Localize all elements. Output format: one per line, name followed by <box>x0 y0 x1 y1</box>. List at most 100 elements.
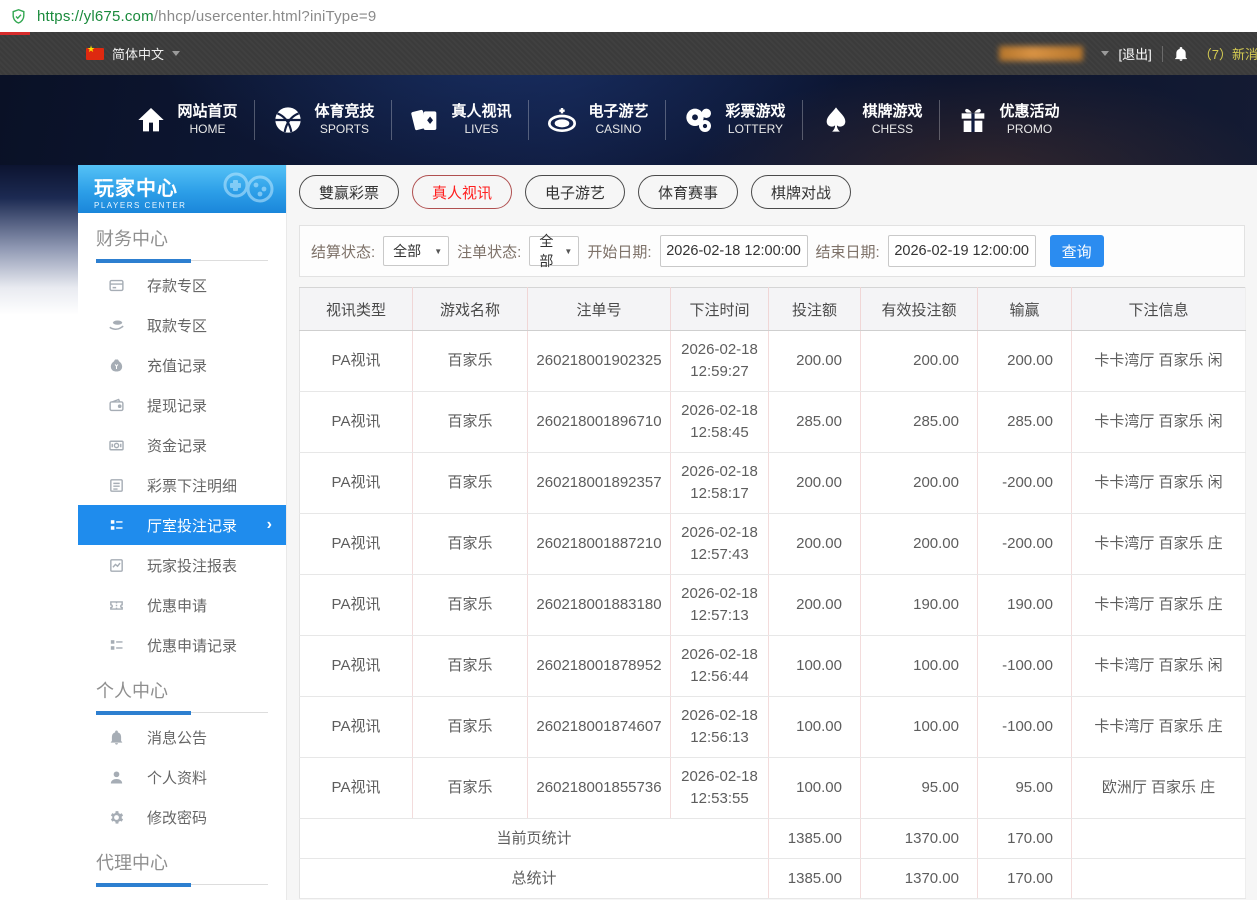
casino-roulette-icon <box>546 104 578 136</box>
sidebar-section: 财务中心存款专区取款专区充值记录提现记录资金记录彩票下注明细厅室投注记录›玩家投… <box>78 225 286 665</box>
cell: 欧洲厅 百家乐 庄 <box>1072 758 1246 819</box>
cell: PA视讯 <box>300 575 413 636</box>
gamepad-icon <box>222 171 274 205</box>
profile-user-icon <box>108 769 125 786</box>
sidebar-item-优惠申请记录[interactable]: 优惠申请记录 <box>78 625 286 665</box>
table-row[interactable]: PA视讯百家乐2602180018872102026-02-1812:57:43… <box>300 514 1246 575</box>
secure-shield-icon <box>10 8 27 25</box>
table-row[interactable]: PA视讯百家乐2602180018746072026-02-1812:56:13… <box>300 697 1246 758</box>
live-cards-icon <box>409 104 441 136</box>
start-date-label: 开始日期: <box>587 241 651 262</box>
sidebar-item-代理规则说明[interactable]: 代理规则说明 <box>78 889 286 900</box>
sidebar-item-充值记录[interactable]: 充值记录 <box>78 345 286 385</box>
search-button[interactable]: 查询 <box>1050 235 1104 267</box>
flag-star: ★ <box>87 44 95 55</box>
account-topbar: ★ 简体中文 [退出] （7）新消息 <box>0 32 1257 75</box>
column-header: 下注时间 <box>671 288 769 331</box>
tab-电子游艺[interactable]: 电子游艺 <box>525 175 625 209</box>
summary-bet: 1385.00 <box>769 819 861 859</box>
order-status-select[interactable]: 全部 ▼ <box>529 236 579 266</box>
cell: PA视讯 <box>300 331 413 392</box>
nav-item-promo[interactable]: 优惠活动PROMO <box>940 75 1077 165</box>
logout-link[interactable]: [退出] <box>1119 44 1152 63</box>
user-menu-chevron-icon[interactable] <box>1101 51 1109 56</box>
sidebar-item-彩票下注明细[interactable]: 彩票下注明细 <box>78 465 286 505</box>
table-row[interactable]: PA视讯百家乐2602180018831802026-02-1812:57:13… <box>300 575 1246 636</box>
cell: 260218001855736 <box>528 758 671 819</box>
cell: 100.00 <box>769 758 861 819</box>
nav-item-lottery[interactable]: 彩票游戏LOTTERY <box>666 75 803 165</box>
username-redacted[interactable] <box>999 46 1083 61</box>
sidebar-item-label: 资金记录 <box>147 435 207 456</box>
sidebar-item-存款专区[interactable]: 存款专区 <box>78 265 286 305</box>
tab-体育赛事[interactable]: 体育赛事 <box>638 175 738 209</box>
cell: 260218001878952 <box>528 636 671 697</box>
sidebar-item-label: 充值记录 <box>147 355 207 376</box>
cell: 百家乐 <box>413 514 528 575</box>
end-date-input[interactable] <box>888 235 1036 267</box>
sidebar-item-取款专区[interactable]: 取款专区 <box>78 305 286 345</box>
sidebar-item-优惠申请[interactable]: 优惠申请 <box>78 585 286 625</box>
nav-label: 优惠活动PROMO <box>999 103 1059 137</box>
table-row[interactable]: PA视讯百家乐2602180018557362026-02-1812:53:55… <box>300 758 1246 819</box>
summary-info <box>1072 859 1246 899</box>
sidebar-item-提现记录[interactable]: 提现记录 <box>78 385 286 425</box>
cell: 190.00 <box>861 575 978 636</box>
nav-label-zh: 彩票游戏 <box>725 103 785 122</box>
notification-bell-icon[interactable] <box>1173 46 1189 62</box>
summary-label: 总统计 <box>300 859 769 899</box>
nav-item-home[interactable]: 网站首页HOME <box>118 75 255 165</box>
nav-item-sports[interactable]: 体育竞技SPORTS <box>255 75 392 165</box>
nav-item-casino[interactable]: 电子游艺CASINO <box>529 75 666 165</box>
main-content: 雙赢彩票真人视讯电子游艺体育赛事棋牌对战 结算状态: 全部 ▼ 注单状态: 全部… <box>287 165 1257 900</box>
sports-ball-icon <box>272 104 304 136</box>
tab-真人视讯[interactable]: 真人视讯 <box>412 175 512 209</box>
cell: 100.00 <box>861 697 978 758</box>
sidebar-item-个人资料[interactable]: 个人资料 <box>78 757 286 797</box>
sidebar-item-修改密码[interactable]: 修改密码 <box>78 797 286 837</box>
sidebar-item-玩家投注报表[interactable]: 玩家投注报表 <box>78 545 286 585</box>
chevron-down-icon[interactable] <box>172 51 180 56</box>
settle-status-select[interactable]: 全部 ▼ <box>383 236 449 266</box>
start-date-input[interactable] <box>660 235 808 267</box>
column-header: 下注信息 <box>1072 288 1246 331</box>
cell: -100.00 <box>978 636 1072 697</box>
sidebar-sections: 财务中心存款专区取款专区充值记录提现记录资金记录彩票下注明细厅室投注记录›玩家投… <box>78 225 286 900</box>
nav-label-zh: 优惠活动 <box>999 103 1059 122</box>
sidebar-item-资金记录[interactable]: 资金记录 <box>78 425 286 465</box>
cell: 卡卡湾厅 百家乐 闲 <box>1072 331 1246 392</box>
nav-label-zh: 棋牌游戏 <box>862 103 922 122</box>
sidebar-item-消息公告[interactable]: 消息公告 <box>78 717 286 757</box>
nav-item-lives[interactable]: 真人视讯LIVES <box>392 75 529 165</box>
tab-棋牌对战[interactable]: 棋牌对战 <box>751 175 851 209</box>
url-text[interactable]: https://yl675.com/hhcp/usercenter.html?i… <box>37 8 376 25</box>
table-row[interactable]: PA视讯百家乐2602180018923572026-02-1812:58:17… <box>300 453 1246 514</box>
column-header: 注单号 <box>528 288 671 331</box>
cell: 285.00 <box>769 392 861 453</box>
sidebar-item-label: 存款专区 <box>147 275 207 296</box>
promo-record-icon <box>108 637 125 654</box>
cell: 百家乐 <box>413 636 528 697</box>
table-row[interactable]: PA视讯百家乐2602180018789522026-02-1812:56:44… <box>300 636 1246 697</box>
language-selector[interactable]: 简体中文 <box>112 44 164 63</box>
new-messages-link[interactable]: （7）新消息 <box>1199 44 1257 63</box>
cell: 2026-02-1812:58:45 <box>671 392 769 453</box>
cell: 200.00 <box>769 331 861 392</box>
chevron-down-icon: ▼ <box>434 247 442 256</box>
sidebar-item-label: 厅室投注记录 <box>147 515 237 536</box>
notice-bell-icon <box>108 729 125 746</box>
sidebar: 玩家中心 PLAYERS CENTER 财务中心存款专区取款专区充值记录提现记录… <box>78 165 287 900</box>
summary-winloss: 170.00 <box>978 859 1072 899</box>
recharge-bag-icon <box>108 357 125 374</box>
tab-雙赢彩票[interactable]: 雙赢彩票 <box>299 175 399 209</box>
cell: 百家乐 <box>413 575 528 636</box>
table-row[interactable]: PA视讯百家乐2602180018967102026-02-1812:58:45… <box>300 392 1246 453</box>
cell: 2026-02-1812:58:17 <box>671 453 769 514</box>
table-row[interactable]: PA视讯百家乐2602180019023252026-02-1812:59:27… <box>300 331 1246 392</box>
nav-item-chess[interactable]: 棋牌游戏CHESS <box>803 75 940 165</box>
divider <box>1162 46 1163 62</box>
page: https://yl675.com/hhcp/usercenter.html?i… <box>0 0 1257 900</box>
cell: 卡卡湾厅 百家乐 闲 <box>1072 636 1246 697</box>
sidebar-item-label: 修改密码 <box>147 807 207 828</box>
sidebar-item-厅室投注记录[interactable]: 厅室投注记录› <box>78 505 286 545</box>
